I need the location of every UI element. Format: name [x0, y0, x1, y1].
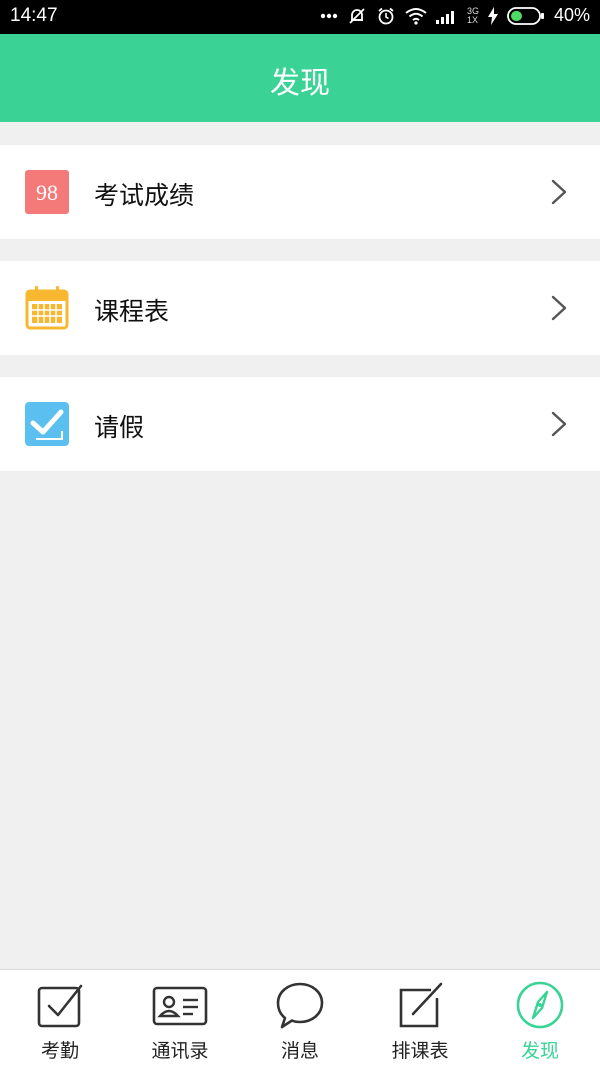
charging-icon: [487, 6, 498, 25]
menu-item-label: 考试成绩: [94, 181, 195, 210]
exam-score-icon: 98: [24, 169, 70, 215]
menu-item-exam-scores[interactable]: 98 考试成绩: [0, 145, 600, 239]
tab-label: 考勤: [40, 1040, 79, 1062]
menu-item-timetable[interactable]: 课程表: [0, 261, 600, 355]
network-type: 3G 1X: [466, 6, 479, 25]
tab-messages[interactable]: 消息: [240, 970, 360, 1067]
mute-bell-icon: [347, 6, 367, 26]
tab-discover[interactable]: 发现: [480, 970, 600, 1067]
exam-score-icon-text: 98: [36, 180, 58, 205]
contact-card-icon: [152, 980, 208, 1030]
network-bottom-label: 1X: [466, 14, 478, 25]
leave-check-icon: [24, 401, 70, 447]
app-header: 发现: [0, 34, 600, 122]
calendar-icon: [24, 285, 70, 331]
battery-icon: [507, 6, 545, 25]
tab-label: 通讯录: [151, 1040, 209, 1062]
alarm-icon: [376, 6, 396, 26]
tab-label: 消息: [280, 1040, 319, 1062]
tab-label: 发现: [520, 1040, 559, 1062]
edit-icon: [395, 980, 445, 1030]
menu-item-leave[interactable]: 请假: [0, 377, 600, 471]
more-dots-icon: [320, 13, 338, 19]
tab-attendance[interactable]: 考勤: [0, 970, 120, 1067]
tab-label: 排课表: [391, 1040, 449, 1062]
signal-icon: [435, 8, 458, 24]
status-icons: 3G 1X 40%: [320, 5, 590, 26]
bottom-nav: 考勤 通讯录 消息 排课表 发现: [0, 969, 600, 1067]
menu-item-label: 课程表: [94, 297, 170, 326]
status-time: 14:47: [10, 5, 58, 26]
battery-percent: 40%: [553, 5, 590, 25]
menu-item-label: 请假: [94, 413, 145, 442]
wifi-icon: [405, 7, 427, 25]
tab-contacts[interactable]: 通讯录: [120, 970, 240, 1067]
page-title: 发现: [270, 66, 330, 101]
tab-scheduling[interactable]: 排课表: [360, 970, 480, 1067]
chevron-right-icon: [550, 410, 568, 438]
compass-icon: [515, 980, 565, 1030]
chevron-right-icon: [550, 294, 568, 322]
checkbox-icon: [35, 980, 85, 1030]
status-bar: 14:47 3G 1X 40%: [0, 0, 600, 34]
chevron-right-icon: [550, 178, 568, 206]
chat-bubble-icon: [275, 980, 325, 1030]
